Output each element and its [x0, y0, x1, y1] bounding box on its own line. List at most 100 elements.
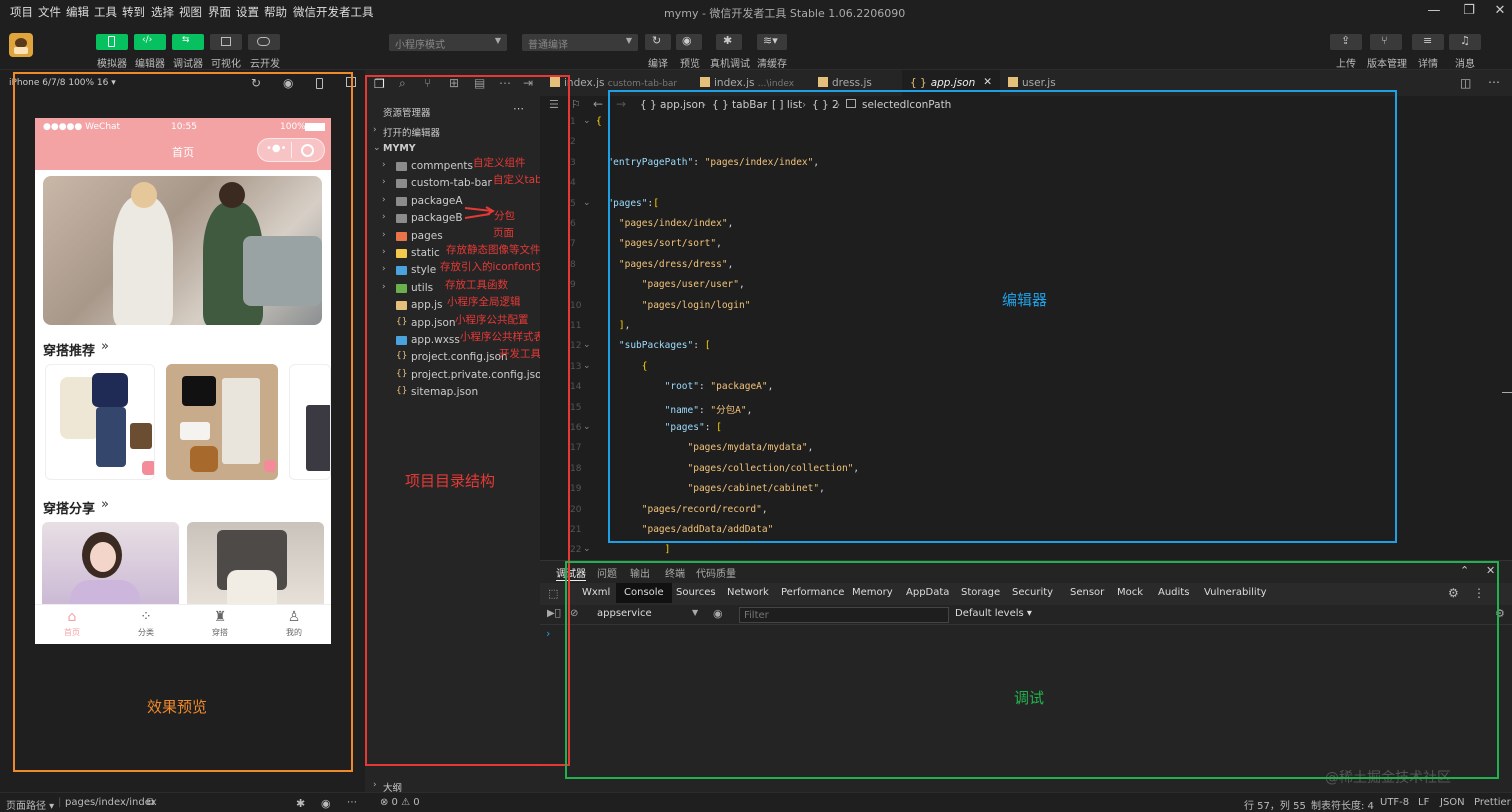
open-editors-section[interactable]: › 打开的编辑器 [365, 123, 540, 141]
cloud-button[interactable] [248, 34, 280, 50]
panel-icon[interactable]: ▤ [474, 76, 485, 90]
more-icon[interactable]: ⋯ [347, 797, 357, 808]
formatter[interactable]: Prettier [1474, 797, 1511, 808]
more-actions-icon[interactable]: ⋯ [513, 102, 524, 115]
problems-count[interactable]: ⊗ 0 ⚠ 0 [380, 797, 420, 808]
remote-debug-button[interactable]: ✱ [716, 34, 742, 50]
split-editor-icon[interactable]: ◫ [1460, 76, 1471, 90]
devtools-panel-tab[interactable]: Wxml [582, 583, 610, 603]
debugger-tab[interactable]: 代码质量 [696, 565, 736, 580]
collapse-icon[interactable]: ⌃ [1460, 564, 1469, 577]
menu-goto[interactable]: 转到 [122, 4, 145, 20]
menu-project[interactable]: 项目 [10, 4, 33, 20]
encoding[interactable]: UTF-8 [1380, 797, 1409, 808]
close-window-icon[interactable]: ✕ [1490, 3, 1510, 21]
share-card[interactable] [187, 522, 324, 612]
menu-capsule[interactable]: •●• [257, 138, 325, 162]
compile-select[interactable]: 普通编译 ▼ [522, 34, 638, 51]
copy-icon[interactable]: ⧉ [147, 797, 154, 808]
menu-edit[interactable]: 编辑 [66, 4, 89, 20]
source-control-icon[interactable]: ⑂ [424, 76, 431, 90]
back-icon[interactable]: ← [593, 97, 603, 111]
breadcrumb-list[interactable]: [ ] list [772, 99, 802, 111]
devtools-panel-tab[interactable]: Mock [1117, 583, 1143, 603]
gear-icon[interactable]: ⚙ [1495, 607, 1505, 620]
mode-select[interactable]: 小程序模式 ▼ [389, 34, 507, 51]
fold-icon[interactable]: ⌄ [583, 544, 591, 554]
tab-dress-js[interactable]: dress.js [818, 70, 898, 96]
scrollbar[interactable] [1502, 392, 1512, 393]
devtools-panel-tab[interactable]: Console [616, 583, 672, 603]
version-button[interactable]: ⑂ [1370, 34, 1402, 50]
record-icon[interactable]: ◉ [283, 76, 293, 90]
breadcrumb-selectediconpath[interactable]: selectedIconPath [862, 99, 951, 111]
menu-settings[interactable]: 设置 [236, 4, 259, 20]
sidebar-icon[interactable]: ▶⃞ [547, 608, 561, 619]
search-icon[interactable]: ⌕ [399, 76, 406, 91]
bookmark-icon[interactable]: ⚐ [571, 98, 581, 111]
devtools-panel-tab[interactable]: Sensor [1070, 583, 1104, 603]
eye-icon[interactable]: ◉ [321, 797, 331, 810]
close-app-icon[interactable] [301, 144, 314, 157]
tab-size[interactable]: 制表符长度: 4 [1311, 797, 1374, 812]
messages-button[interactable]: ♫ [1449, 34, 1481, 50]
devtools-panel-tab[interactable]: Audits [1158, 583, 1189, 603]
devtools-panel-tab[interactable]: Vulnerability [1204, 583, 1267, 603]
kebab-icon[interactable]: ⋮ [1473, 586, 1485, 600]
menu-file[interactable]: 文件 [38, 4, 61, 20]
bug-icon[interactable]: ✱ [296, 797, 305, 810]
breadcrumb-tabbar[interactable]: { } tabBar [712, 99, 767, 111]
fold-icon[interactable]: ⌄ [583, 198, 591, 208]
devtools-panel-tab[interactable]: Security [1012, 583, 1053, 603]
tab-category[interactable]: ⁘ 分类 [109, 605, 183, 644]
product-card[interactable] [45, 364, 155, 480]
minimize-icon[interactable]: — [1424, 3, 1444, 21]
tab-app-json[interactable]: { } app.json ✕ [902, 70, 1000, 96]
fold-icon[interactable]: ⌄ [583, 361, 591, 371]
tab-mine[interactable]: ♙ 我的 [257, 605, 331, 644]
files-icon[interactable]: ❐ [374, 77, 385, 91]
tree-item-project-private-config-json[interactable]: {} project.private.config.json [365, 367, 548, 385]
restore-icon[interactable]: ❐ [1459, 3, 1479, 21]
extensions-icon[interactable]: ⊞ [449, 76, 459, 90]
page-path-label[interactable]: 页面路径 ▾ [6, 797, 54, 812]
more-icon[interactable]: ⋯ [1488, 75, 1500, 89]
tab-index-js-custom[interactable]: index.js custom-tab-bar [550, 70, 690, 96]
chevrons-right-icon[interactable]: » [101, 497, 109, 512]
product-card[interactable] [289, 364, 331, 480]
visual-button[interactable] [210, 34, 242, 50]
log-levels-select[interactable]: Default levels ▾ [955, 608, 1032, 619]
tab-home[interactable]: ⌂ 首页 [35, 605, 109, 644]
filter-input[interactable] [739, 607, 949, 623]
menu-view[interactable]: 视图 [179, 4, 202, 20]
debugger-tab[interactable]: 终端 [665, 565, 685, 580]
details-button[interactable]: ≡ [1412, 34, 1444, 50]
fold-icon[interactable]: ⌄ [583, 340, 591, 350]
tab-index-js[interactable]: index.js ...\index [700, 70, 810, 96]
devtools-panel-tab[interactable]: Storage [961, 583, 1000, 603]
devtools-panel-tab[interactable]: Performance [781, 583, 844, 603]
banner-image[interactable] [43, 176, 322, 325]
editor-toggle-button[interactable]: ‹/› [134, 34, 166, 50]
more-icon[interactable]: ⋯ [499, 76, 511, 90]
debugger-tab[interactable]: 输出 [630, 565, 650, 580]
console-prompt[interactable]: › [546, 627, 550, 640]
fold-icon[interactable]: ⌄ [583, 422, 591, 432]
phone-icon[interactable] [316, 78, 323, 89]
upload-button[interactable]: ⇪ [1330, 34, 1362, 50]
language-mode[interactable]: JSON [1440, 797, 1465, 808]
menu-interface[interactable]: 界面 [208, 4, 231, 20]
eye-icon[interactable]: ◉ [713, 607, 723, 620]
close-tab-icon[interactable]: ✕ [983, 76, 992, 88]
context-select[interactable]: appservice ▼ [592, 607, 700, 622]
tree-item-sitemap-json[interactable]: {} sitemap.json [365, 384, 540, 402]
breadcrumb-index[interactable]: { } 2 [812, 99, 839, 111]
debugger-tab[interactable]: 问题 [597, 565, 617, 580]
menu-help[interactable]: 帮助 [264, 4, 287, 20]
share-card[interactable] [42, 522, 179, 612]
breadcrumb-app-json[interactable]: { } app.json [640, 99, 705, 111]
devtools-panel-tab[interactable]: AppData [906, 583, 949, 603]
split-icon[interactable]: ⇥ [523, 76, 533, 90]
fold-icon[interactable]: ⌄ [583, 116, 591, 126]
clear-console-icon[interactable]: ⊘ [570, 608, 578, 619]
